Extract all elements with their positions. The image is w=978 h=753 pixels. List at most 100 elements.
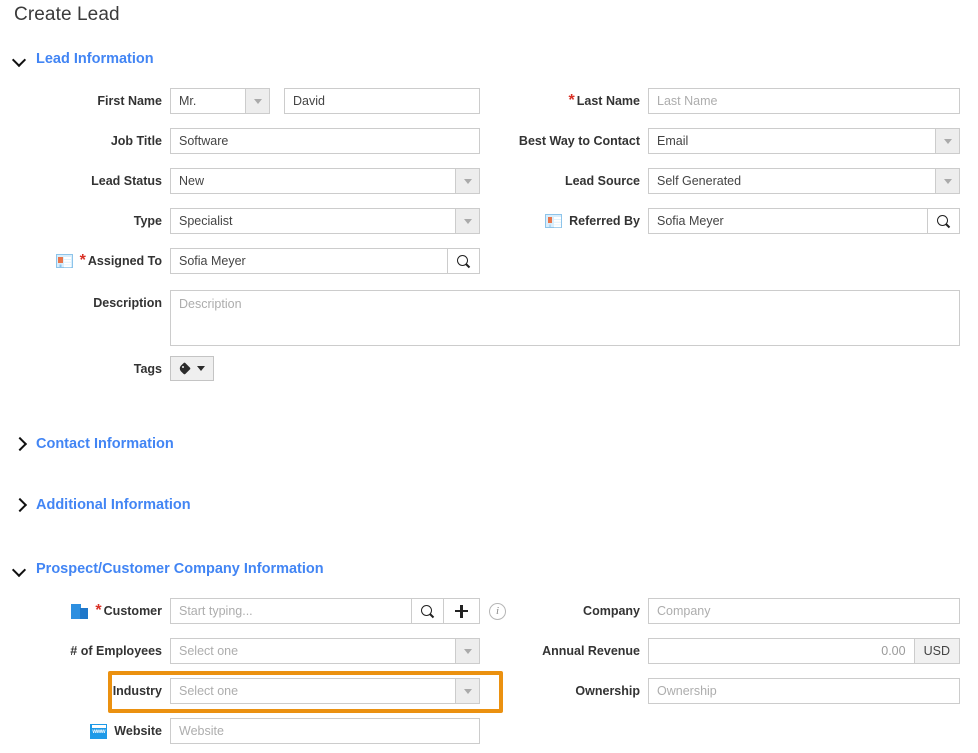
page-title: Create Lead [14,4,120,25]
industry-label: Industry [112,684,162,698]
website-placeholder: Website [179,724,224,738]
type-label: Type [133,214,162,228]
section-title: Additional Information [36,497,191,513]
contact-card-icon [545,214,563,228]
annual-revenue-input[interactable]: 0.00 USD [648,638,960,664]
ownership-placeholder: Ownership [657,684,717,698]
first-name-value: David [293,94,325,108]
required-marker: * [95,602,102,619]
employees-label: # of Employees [70,644,162,658]
type-select[interactable]: Specialist [170,208,480,234]
ownership-label: Ownership [575,684,640,698]
referred-by-input[interactable]: Sofia Meyer [648,208,960,234]
salutation-select[interactable]: Mr. [170,88,270,114]
section-header-contact-information[interactable]: Contact Information [14,436,174,452]
section-header-company-information[interactable]: Prospect/Customer Company Information [14,561,324,577]
lead-source-label: Lead Source [564,174,640,188]
chevron-down-icon[interactable] [935,129,959,153]
employees-select[interactable]: Select one [170,638,480,664]
field-row-customer: * Customer Start typing... i [0,598,506,624]
referred-by-label: Referred By [569,214,640,228]
section-header-additional-information[interactable]: Additional Information [14,497,191,513]
description-placeholder: Description [179,297,242,311]
lead-status-value: New [179,174,205,188]
field-row-last-name: * Last Name Last Name [470,88,960,114]
lead-status-label: Lead Status [91,174,162,188]
job-title-value: Software [179,134,229,148]
customer-label: Customer [103,604,162,618]
field-row-first-name: First Name Mr. David [0,88,485,114]
assigned-to-input[interactable]: Sofia Meyer [170,248,480,274]
first-name-label: First Name [97,94,162,108]
ownership-input[interactable]: Ownership [648,678,960,704]
section-title: Contact Information [36,436,174,452]
last-name-placeholder: Last Name [657,94,718,108]
lead-status-select[interactable]: New [170,168,480,194]
search-button[interactable] [927,209,959,233]
required-marker: * [568,92,575,109]
field-row-ownership: Ownership Ownership [470,678,960,704]
type-value: Specialist [179,214,233,228]
tags-button[interactable] [170,356,214,381]
website-label: Website [114,724,162,738]
industry-placeholder: Select one [179,684,239,698]
building-icon [71,603,89,619]
annual-revenue-value: 0.00 [881,644,906,658]
last-name-label: Last Name [576,94,640,108]
salutation-value: Mr. [179,94,197,108]
required-marker: * [79,252,86,269]
currency-suffix[interactable]: USD [913,639,959,663]
field-row-type: Type Specialist [0,208,485,234]
field-row-company: Company Company [470,598,960,624]
chevron-down-icon [14,563,27,576]
job-title-label: Job Title [110,134,162,148]
field-row-best-way-to-contact: Best Way to Contact Email [470,128,960,154]
company-label: Company [583,604,640,618]
customer-input[interactable]: Start typing... [170,598,480,624]
customer-placeholder: Start typing... [179,604,253,618]
field-row-industry: Industry Select one [0,678,480,704]
best-way-to-contact-value: Email [657,134,689,148]
www-icon [90,723,108,739]
company-placeholder: Company [657,604,711,618]
tags-label: Tags [133,361,162,376]
best-way-to-contact-select[interactable]: Email [648,128,960,154]
best-way-to-contact-label: Best Way to Contact [518,134,640,148]
description-textarea[interactable]: Description [170,290,960,346]
field-row-description: Description Description [0,290,960,346]
industry-select[interactable]: Select one [170,678,480,704]
field-row-lead-source: Lead Source Self Generated [470,168,960,194]
section-title: Lead Information [36,51,154,67]
customer-search-button[interactable] [411,599,443,623]
chevron-down-icon[interactable] [245,89,269,113]
create-lead-page: Create Lead Lead Information First Name … [0,0,978,753]
annual-revenue-label: Annual Revenue [542,644,640,658]
assigned-to-value: Sofia Meyer [179,254,246,268]
lead-source-value: Self Generated [657,174,742,188]
field-row-tags: Tags [0,356,214,381]
lead-source-select[interactable]: Self Generated [648,168,960,194]
field-row-lead-status: Lead Status New [0,168,485,194]
search-icon [937,214,950,228]
search-icon [421,604,434,618]
search-button[interactable] [447,249,479,273]
chevron-right-icon [14,499,27,512]
website-input[interactable]: Website [170,718,480,744]
section-title: Prospect/Customer Company Information [36,561,324,577]
description-label: Description [93,296,162,310]
chevron-right-icon [14,438,27,451]
last-name-input[interactable]: Last Name [648,88,960,114]
contact-card-icon [55,254,73,268]
company-input[interactable]: Company [648,598,960,624]
first-name-input[interactable]: David [284,88,480,114]
field-row-website: Website Website [0,718,480,744]
job-title-input[interactable]: Software [170,128,480,154]
employees-placeholder: Select one [179,644,239,658]
tag-icon [179,363,192,375]
assigned-to-label: Assigned To [87,254,162,268]
field-row-assigned-to: * Assigned To Sofia Meyer [0,248,485,274]
chevron-down-icon[interactable] [935,169,959,193]
section-header-lead-information[interactable]: Lead Information [14,51,154,67]
field-row-annual-revenue: Annual Revenue 0.00 USD [470,638,960,664]
chevron-down-icon [197,366,205,371]
